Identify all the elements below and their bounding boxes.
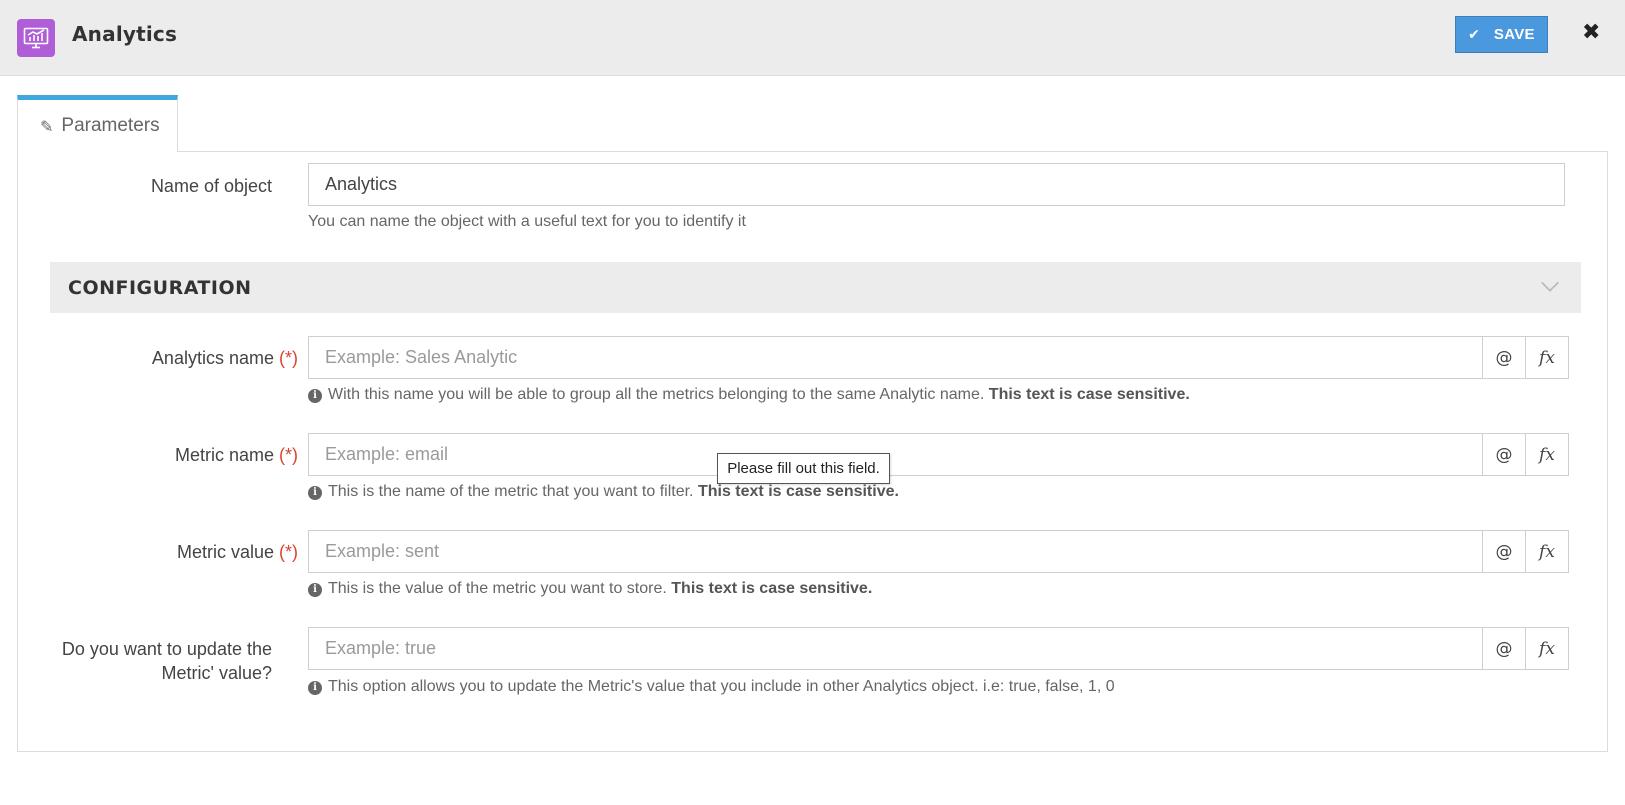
metric-value-label-text: Metric value bbox=[176, 542, 274, 562]
info-icon: i bbox=[308, 583, 322, 597]
chevron-down-icon[interactable] bbox=[1541, 274, 1559, 292]
case-sensitive-note: This text is case sensitive. bbox=[697, 483, 899, 500]
name-of-object-help: You can name the object with a useful te… bbox=[308, 213, 746, 230]
analytics-monitor-icon bbox=[17, 19, 55, 57]
update-metric-value-label: Do you want to update the Metric' value? bbox=[40, 637, 272, 685]
update-metric-label-line2: Metric' value? bbox=[161, 663, 272, 683]
section-title: CONFIGURATION bbox=[68, 276, 252, 299]
insert-variable-button[interactable]: @ bbox=[1482, 433, 1526, 476]
insert-function-button[interactable]: fx bbox=[1525, 627, 1569, 670]
metric-name-input[interactable]: Example: email bbox=[308, 433, 1483, 476]
update-metric-value-help-text: This option allows you to update the Met… bbox=[328, 678, 1115, 695]
configuration-section-header[interactable]: CONFIGURATION bbox=[50, 262, 1581, 313]
analytics-name-placeholder: Example: Sales Analytic bbox=[325, 347, 518, 367]
case-sensitive-note: This text is case sensitive. bbox=[671, 580, 873, 597]
edit-icon: ✎ bbox=[40, 116, 54, 136]
metric-value-help-text: This is the value of the metric you want… bbox=[328, 580, 667, 597]
analytics-name-label-text: Analytics name bbox=[151, 348, 274, 368]
metric-name-help: i This is the name of the metric that you… bbox=[308, 483, 899, 501]
tab-parameters[interactable]: ✎ Parameters bbox=[17, 95, 178, 152]
modal-header: Analytics ✔ SAVE ✖ bbox=[0, 0, 1625, 76]
case-sensitive-note: This text is case sensitive. bbox=[988, 386, 1190, 403]
save-button[interactable]: ✔ SAVE bbox=[1455, 16, 1548, 53]
insert-function-button[interactable]: fx bbox=[1525, 530, 1569, 573]
metric-value-input[interactable]: Example: sent bbox=[308, 530, 1483, 573]
update-metric-value-input[interactable]: Example: true bbox=[308, 627, 1483, 670]
insert-variable-button[interactable]: @ bbox=[1482, 530, 1526, 573]
metric-name-placeholder: Example: email bbox=[325, 444, 449, 464]
name-of-object-label: Name of object bbox=[150, 176, 272, 196]
save-button-label: SAVE bbox=[1493, 26, 1535, 43]
tab-parameters-label: Parameters bbox=[61, 115, 160, 136]
metric-name-label: Metric name (*) bbox=[40, 443, 298, 467]
update-metric-value-placeholder: Example: true bbox=[325, 638, 437, 658]
required-marker: (*) bbox=[279, 445, 298, 465]
required-marker: (*) bbox=[279, 348, 298, 368]
insert-function-button[interactable]: fx bbox=[1525, 336, 1569, 379]
update-metric-label-line1: Do you want to update the bbox=[61, 639, 272, 659]
name-of-object-value: Analytics bbox=[325, 174, 398, 194]
validation-tooltip: Please fill out this field. bbox=[717, 453, 890, 484]
name-of-object-input[interactable]: Analytics bbox=[308, 163, 1565, 206]
window-title: Analytics bbox=[72, 22, 178, 46]
insert-function-button[interactable]: fx bbox=[1525, 433, 1569, 476]
insert-variable-button[interactable]: @ bbox=[1482, 336, 1526, 379]
info-icon: i bbox=[308, 389, 322, 403]
metric-value-label: Metric value (*) bbox=[40, 540, 298, 564]
update-metric-value-help: i This option allows you to update the Me… bbox=[308, 678, 1115, 696]
required-marker: (*) bbox=[279, 542, 298, 562]
metric-name-help-text: This is the name of the metric that you … bbox=[328, 483, 694, 500]
info-icon: i bbox=[308, 681, 322, 695]
analytics-name-label: Analytics name (*) bbox=[40, 346, 298, 370]
metric-value-placeholder: Example: sent bbox=[325, 541, 440, 561]
metric-value-help: i This is the value of the metric you wan… bbox=[308, 580, 872, 598]
metric-name-label-text: Metric name bbox=[174, 445, 274, 465]
analytics-name-help: i With this name you will be able to grou… bbox=[308, 386, 1190, 404]
analytics-name-help-text: With this name you will be able to group… bbox=[328, 386, 985, 403]
close-icon[interactable]: ✖ bbox=[1582, 22, 1600, 44]
insert-variable-button[interactable]: @ bbox=[1482, 627, 1526, 670]
info-icon: i bbox=[308, 486, 322, 500]
analytics-name-input[interactable]: Example: Sales Analytic bbox=[308, 336, 1483, 379]
check-icon: ✔ bbox=[1468, 26, 1480, 43]
